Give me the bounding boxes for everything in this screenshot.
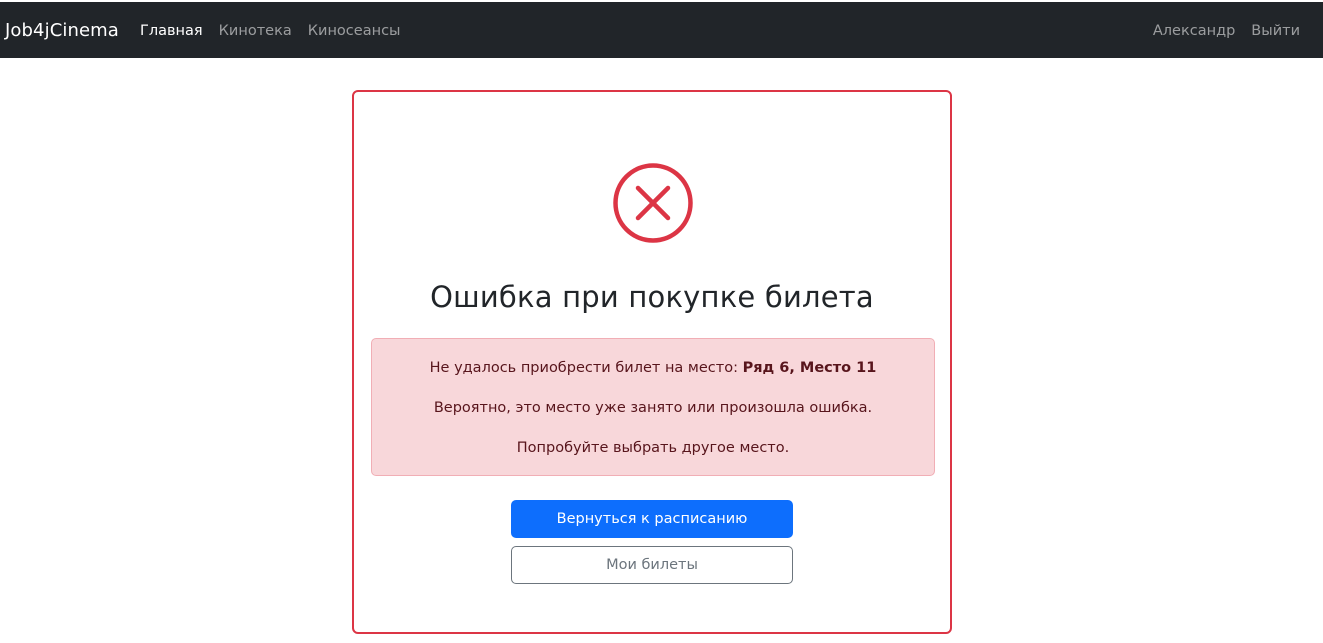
nav-links: Главная Кинотека Киносеансы [140, 22, 400, 40]
alert-hint-line: Попробуйте выбрать другое место. [516, 440, 790, 456]
alert-reason-line: Вероятно, это место уже занято или произ… [433, 400, 873, 416]
alert-seat-prefix: Не удалось приобрести билет на место: [429, 360, 743, 376]
nav-link-sessions[interactable]: Киносеансы [308, 22, 401, 40]
alert-seat-value: Ряд 6, Место 11 [742, 360, 877, 376]
page-title: Ошибка при покупке билета [430, 280, 874, 314]
nav-link-film-library[interactable]: Кинотека [219, 22, 292, 40]
top-navbar: Job4jCinema Главная Кинотека Киносеансы … [0, 2, 1323, 58]
back-to-schedule-button[interactable]: Вернуться к расписанию [511, 500, 793, 538]
user-name-link[interactable]: Александр [1153, 22, 1235, 40]
error-card: Ошибка при покупке билета Не удалось при… [352, 90, 952, 634]
nav-user-area: Александр Выйти [1153, 22, 1300, 40]
error-alert: Не удалось приобрести билет на место: Ря… [371, 338, 935, 476]
my-tickets-button[interactable]: Мои билеты [511, 546, 793, 584]
logout-link[interactable]: Выйти [1251, 22, 1300, 40]
alert-seat-line: Не удалось приобрести билет на место: Ря… [372, 359, 934, 377]
brand-logo[interactable]: Job4jCinema [5, 20, 119, 41]
x-circle-icon [613, 163, 693, 243]
nav-link-home[interactable]: Главная [140, 22, 203, 40]
